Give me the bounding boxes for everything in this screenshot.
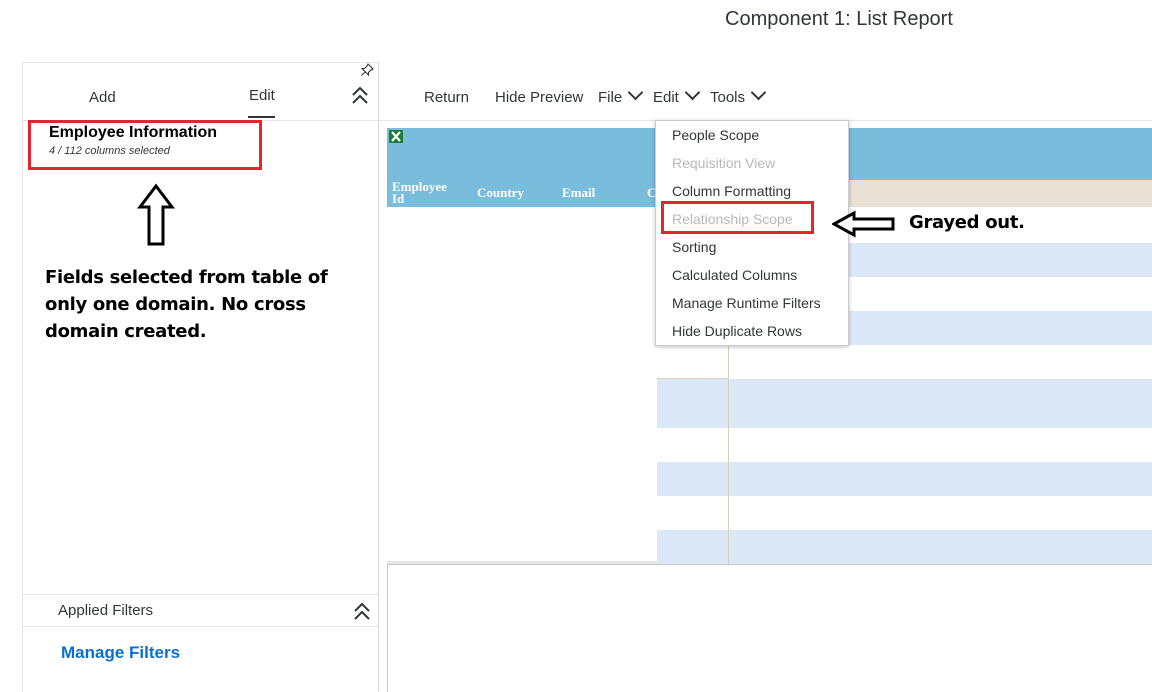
edit-menu-button[interactable]: Edit [653,84,701,106]
column-header-country[interactable]: Country [477,186,524,199]
table-row [657,530,1152,564]
menu-item-column-formatting[interactable]: Column Formatting [672,183,791,199]
chevron-down-icon [627,84,644,101]
chevron-down-icon [750,84,767,101]
applied-filters-label: Applied Filters [58,602,154,619]
tools-menu-button[interactable]: Tools [710,84,767,106]
edit-menu-label: Edit [653,89,679,106]
filters-divider-bottom [22,626,378,627]
table-row [657,462,1152,496]
file-menu-button[interactable]: File [598,84,644,106]
menu-item-hide-duplicate-rows[interactable]: Hide Duplicate Rows [672,323,802,339]
hide-preview-button[interactable]: Hide Preview [495,89,583,106]
tools-menu-label: Tools [710,89,746,106]
menu-item-requisition-view: Requisition View [672,155,776,171]
table-row [657,379,1152,428]
return-button[interactable]: Return [424,89,469,106]
tab-edit[interactable]: Edit [249,87,275,104]
up-arrow-icon [137,183,175,246]
pin-icon[interactable] [360,63,374,77]
column-header-employee-id[interactable]: Employee Id [392,180,462,205]
relationship-scope-highlight-box [661,201,814,234]
menu-item-people-scope[interactable]: People Scope [672,127,759,143]
domain-columns-count: 4 / 112 columns selected [49,145,170,157]
collapse-filters-icon[interactable] [352,602,372,622]
panel-divider [378,62,379,691]
menu-item-manage-runtime-filters[interactable]: Manage Runtime Filters [672,295,821,311]
collapse-up-icon[interactable] [350,86,370,106]
left-arrow-icon [832,210,895,238]
fields-note: Fields selected from table of only one d… [45,267,328,342]
domain-title[interactable]: Employee Information [49,124,217,142]
excel-icon[interactable] [389,130,403,143]
page-title: Component 1: List Report [725,8,953,30]
tab-add[interactable]: Add [89,89,116,106]
menu-item-sorting[interactable]: Sorting [672,239,716,255]
tab-edit-underline [248,116,275,118]
row-gridline [657,378,728,379]
bottom-panel [387,564,1152,692]
filters-divider [22,594,378,595]
grayed-out-note: Grayed out. [909,212,1025,233]
column-header-email[interactable]: Email [562,186,595,199]
menu-item-calculated-columns[interactable]: Calculated Columns [672,267,797,283]
chevron-down-icon [684,84,701,101]
file-menu-label: File [598,89,623,106]
manage-filters-link[interactable]: Manage Filters [61,643,180,663]
